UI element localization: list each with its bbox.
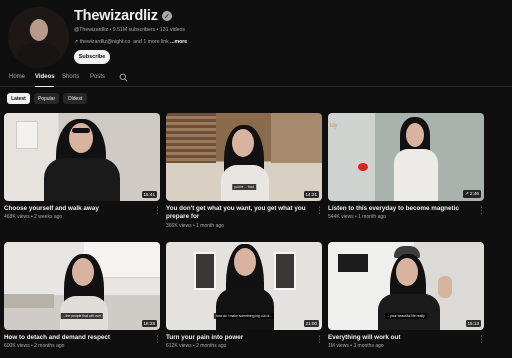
search-icon[interactable] bbox=[119, 73, 128, 82]
channel-link-row[interactable]: ↗ thewizardliz@night.co and 1 more link … bbox=[74, 39, 187, 45]
channel-name: Thewizardliz ✓ bbox=[74, 8, 172, 24]
channel-meta: @Thewizardliz • 9.51M subscribers • 131 … bbox=[74, 27, 185, 33]
video-caption: ...your beautiful life really bbox=[385, 313, 427, 319]
tab-posts[interactable]: Posts bbox=[90, 74, 105, 80]
video-caption: you're ... had bbox=[232, 184, 256, 190]
video-title[interactable]: Turn your pain into power bbox=[166, 334, 312, 342]
video-title[interactable]: Everything will work out bbox=[328, 334, 474, 342]
video-duration: 21:00 bbox=[303, 320, 319, 327]
video-card[interactable]: ldy ↗ 2:46 Listen to this everyday to be… bbox=[328, 113, 484, 220]
channel-link[interactable]: thewizardliz@night.co bbox=[80, 39, 131, 45]
tab-shorts[interactable]: Shorts bbox=[62, 74, 79, 80]
filter-popular[interactable]: Popular bbox=[34, 93, 59, 104]
video-thumbnail[interactable]: how do I make something big out of... 21… bbox=[166, 242, 322, 330]
video-meta: 1M views • 3 months ago bbox=[328, 343, 384, 349]
video-duration: 15:13 bbox=[465, 320, 481, 327]
video-duration: ↗ 2:46 bbox=[462, 190, 481, 198]
active-tab-indicator bbox=[35, 85, 54, 87]
more-options-icon[interactable]: · · · bbox=[480, 204, 483, 217]
channel-name-text: Thewizardliz bbox=[74, 8, 158, 24]
video-title[interactable]: You don't get what you want, you get wha… bbox=[166, 205, 312, 221]
video-meta: 612K views • 2 months ago bbox=[166, 343, 227, 349]
video-card[interactable]: ...your beautiful life really 15:13 Ever… bbox=[328, 242, 484, 349]
video-thumbnail[interactable]: ldy ↗ 2:46 bbox=[328, 113, 484, 201]
tab-home[interactable]: Home bbox=[9, 74, 25, 80]
video-duration: 14:31 bbox=[303, 191, 319, 198]
video-card[interactable]: how do I make something big out of... 21… bbox=[166, 242, 322, 349]
video-meta: 600K views • 2 months ago bbox=[4, 343, 65, 349]
video-title[interactable]: Choose yourself and walk away bbox=[4, 205, 150, 213]
video-title[interactable]: Listen to this everyday to become magnet… bbox=[328, 205, 474, 213]
verified-check-icon: ✓ bbox=[161, 11, 172, 21]
video-thumbnail[interactable]: ...the people that will over 18:28 bbox=[4, 242, 160, 330]
video-thumbnail[interactable]: ...your beautiful life really 15:13 bbox=[328, 242, 484, 330]
video-caption: ...the people that will over bbox=[60, 313, 104, 319]
video-meta: 366K views • 1 month ago bbox=[166, 223, 224, 229]
channel-avatar[interactable] bbox=[8, 7, 69, 68]
more-options-icon[interactable]: · · · bbox=[156, 333, 159, 346]
channel-tabs: Home Videos Shorts Posts bbox=[0, 70, 512, 87]
video-thumbnail[interactable]: 15:41 bbox=[4, 113, 160, 201]
more-link[interactable]: ...more bbox=[170, 39, 187, 45]
more-options-icon[interactable]: · · · bbox=[480, 333, 483, 346]
filter-latest[interactable]: Latest bbox=[7, 93, 30, 104]
video-thumbnail[interactable]: you're ... had 14:31 bbox=[166, 113, 322, 201]
video-card[interactable]: you're ... had 14:31 You don't get what … bbox=[166, 113, 322, 229]
video-duration: 18:28 bbox=[141, 320, 157, 327]
filter-oldest[interactable]: Oldest bbox=[63, 93, 87, 104]
more-options-icon[interactable]: · · · bbox=[318, 333, 321, 346]
more-options-icon[interactable]: · · · bbox=[156, 204, 159, 217]
video-duration: 15:41 bbox=[141, 191, 157, 198]
tab-videos[interactable]: Videos bbox=[35, 74, 55, 80]
video-card[interactable]: 15:41 Choose yourself and walk away 468K… bbox=[4, 113, 160, 220]
video-meta: 468K views • 2 weeks ago bbox=[4, 214, 63, 220]
video-title[interactable]: How to detach and demand respect bbox=[4, 334, 150, 342]
video-caption: how do I make something big out of... bbox=[213, 313, 275, 319]
video-card[interactable]: ...the people that will over 18:28 How t… bbox=[4, 242, 160, 349]
more-options-icon[interactable]: · · · bbox=[318, 204, 321, 217]
subscribe-button[interactable]: Subscribe bbox=[74, 50, 110, 64]
video-meta: 544K views • 1 month ago bbox=[328, 214, 386, 220]
